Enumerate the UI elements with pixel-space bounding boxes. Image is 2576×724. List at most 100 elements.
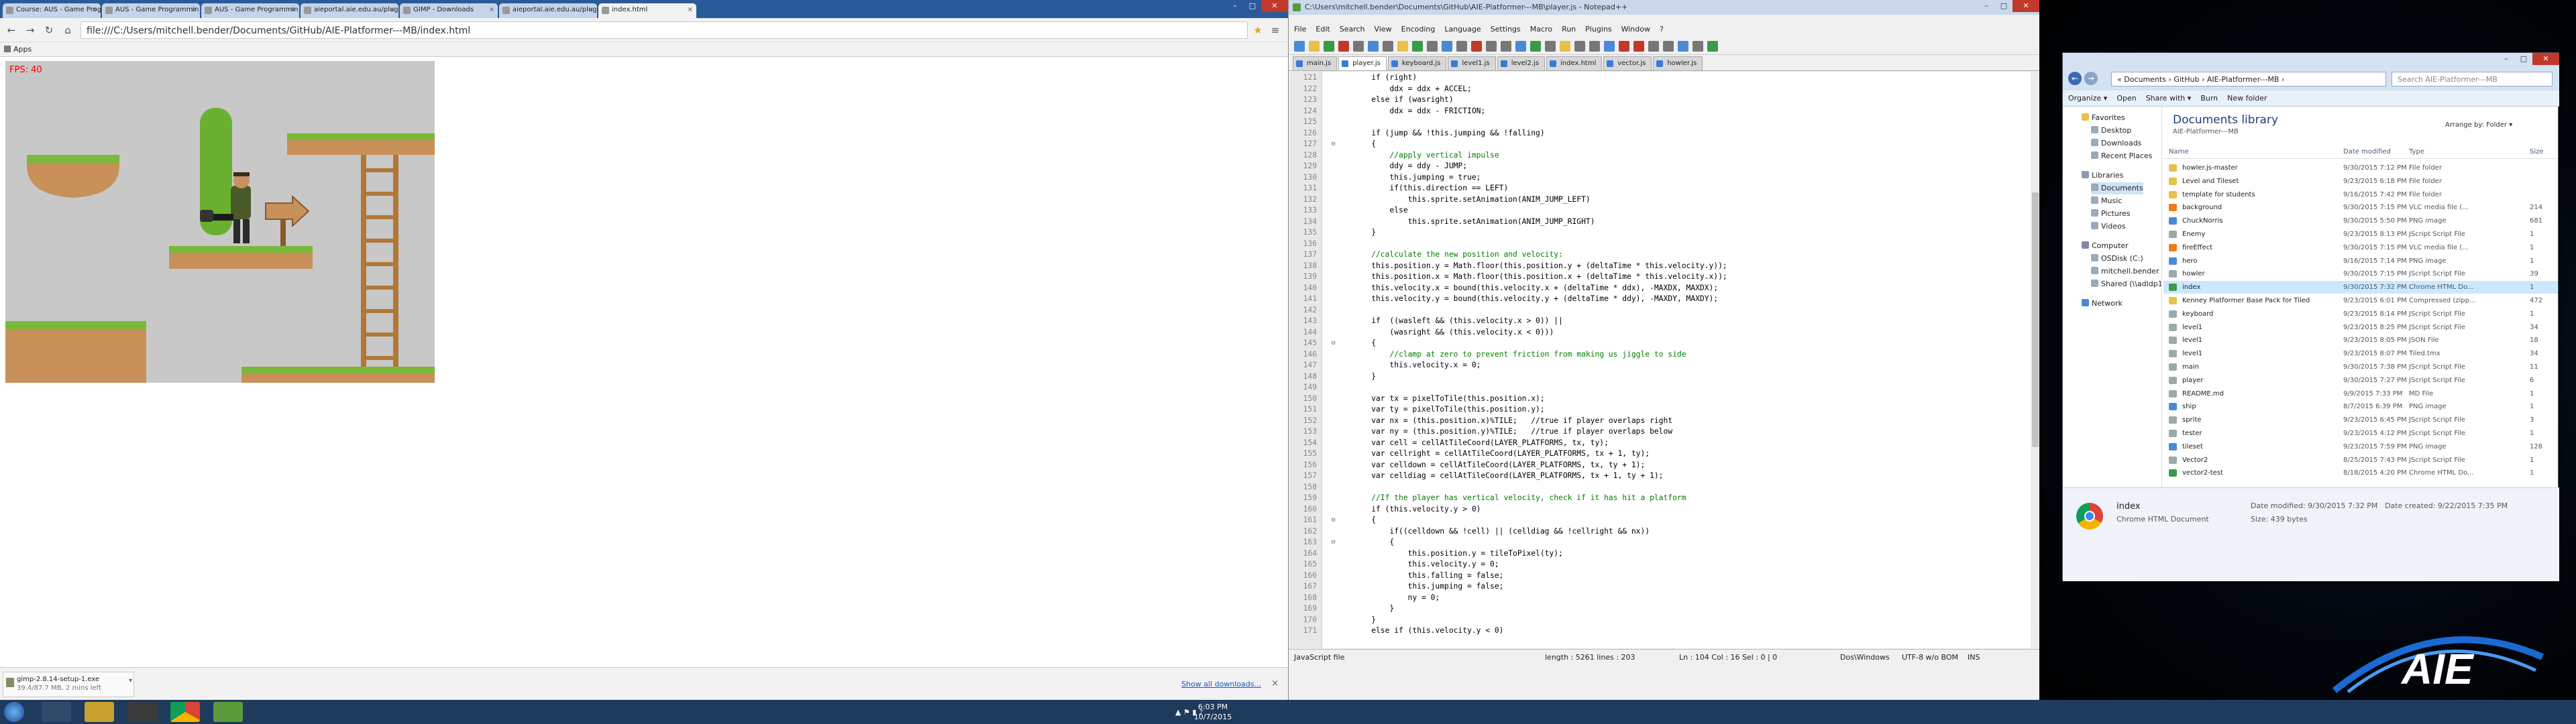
- nav-item[interactable]: Documents: [2091, 182, 2143, 194]
- code-line[interactable]: this.velocity.y = bound(this.velocity.y …: [1353, 294, 1718, 304]
- code-line[interactable]: this.jumping = false;: [1353, 582, 1504, 591]
- code-line[interactable]: }: [1353, 372, 1376, 381]
- maximize-icon[interactable]: □: [2515, 53, 2532, 65]
- menu-item[interactable]: Language: [1444, 25, 1481, 34]
- fold-toggle-icon[interactable]: ⊟: [1332, 339, 1340, 348]
- home-icon[interactable]: ⌂: [60, 23, 75, 38]
- browser-tab[interactable]: AUS - Game Programmin ×: [201, 3, 299, 18]
- menu-item[interactable]: Edit: [1316, 25, 1330, 34]
- toolbar-icon[interactable]: [1309, 41, 1320, 52]
- apps-icon[interactable]: [4, 46, 11, 52]
- file-row[interactable]: Enemy 9/23/2015 8:13 PM JScript Script Fil…: [2163, 228, 2558, 241]
- file-row[interactable]: template for students 9/16/2015 7:42 PM Fi…: [2163, 188, 2558, 201]
- nav-item[interactable]: Recent Places: [2091, 150, 2153, 162]
- file-row[interactable]: Vector2 8/25/2015 7:43 PM JScript Script F…: [2163, 454, 2558, 467]
- back-icon[interactable]: ←: [4, 23, 19, 38]
- toolbar-icon[interactable]: [1604, 41, 1615, 52]
- code-line[interactable]: //calculate the new position and velocit…: [1353, 250, 1563, 259]
- file-row[interactable]: howler 9/30/2015 7:15 PM JScript Script Fi…: [2163, 267, 2558, 280]
- menu-item[interactable]: Macro: [1530, 25, 1552, 34]
- code-line[interactable]: this.sprite.setAnimation(ANIM_JUMP_LEFT): [1353, 195, 1591, 204]
- file-row[interactable]: ship 8/7/2015 6:39 PM PNG image 1: [2163, 400, 2558, 413]
- code-line[interactable]: var celldown = cellAtTileCoord(LAYER_PLA…: [1353, 461, 1645, 470]
- code-line[interactable]: this.jumping = true;: [1353, 173, 1481, 182]
- editor-tab[interactable]: index.html: [1546, 56, 1603, 70]
- file-explorer-icon[interactable]: [85, 702, 114, 722]
- code-line[interactable]: if ((wasleft && (this.velocity.x > 0)) |…: [1353, 316, 1563, 326]
- browser-tab[interactable]: GIMP - Downloads ×: [400, 3, 498, 18]
- column-type[interactable]: Type: [2409, 148, 2424, 156]
- explorer-command[interactable]: New folder: [2227, 94, 2267, 103]
- browser-tab[interactable]: Course: AUS - Game Prog ×: [3, 3, 101, 18]
- file-row[interactable]: tester 9/23/2015 4:12 PM JScript Script Fi…: [2163, 427, 2558, 440]
- toolbar-icon[interactable]: [1486, 41, 1497, 52]
- toolbar-icon[interactable]: [1707, 41, 1718, 52]
- column-size[interactable]: Size: [2530, 148, 2544, 156]
- code-line[interactable]: }: [1353, 604, 1394, 613]
- nav-item[interactable]: Downloads: [2091, 137, 2141, 149]
- toolbar-icon[interactable]: [1501, 41, 1511, 52]
- download-item[interactable]: gimp-2.8.14-setup-1.exe 39.4/87.7 MB, 2 …: [3, 672, 134, 697]
- code-line[interactable]: ny = 0;: [1353, 593, 1440, 603]
- reload-icon[interactable]: ↻: [42, 23, 56, 38]
- code-line[interactable]: else if (wasright): [1353, 95, 1453, 105]
- editor-tab[interactable]: keyboard.js: [1387, 56, 1447, 70]
- maximize-icon[interactable]: □: [1244, 0, 1261, 12]
- toolbar-icon[interactable]: [1353, 41, 1364, 52]
- fold-toggle-icon[interactable]: ⊟: [1332, 516, 1340, 525]
- minimize-icon[interactable]: –: [2498, 53, 2515, 65]
- toolbar-icon[interactable]: [1560, 41, 1570, 52]
- close-icon[interactable]: ✕: [2012, 0, 2039, 12]
- toolbar-icon[interactable]: [1619, 41, 1629, 52]
- code-line[interactable]: var cell = cellAtTileCoord(LAYER_PLATFOR…: [1353, 438, 1609, 448]
- address-bar[interactable]: file:///C:/Users/mitchell.bender/Documen…: [80, 21, 1248, 39]
- nav-item[interactable]: Libraries: [2082, 170, 2124, 182]
- explorer-command[interactable]: Burn: [2200, 94, 2218, 103]
- editor-tab[interactable]: player.js: [1338, 56, 1387, 70]
- editor-tab[interactable]: level1.js: [1448, 56, 1496, 70]
- browser-tab[interactable]: index.html ×: [598, 3, 696, 18]
- code-line[interactable]: if((celldown && !cell) || (celldiag && !…: [1353, 527, 1650, 536]
- code-line[interactable]: var nx = (this.position.x)%TILE; //true …: [1353, 416, 1672, 426]
- code-line[interactable]: if (this.velocity.y > 0): [1353, 505, 1481, 514]
- code-line[interactable]: //apply vertical impulse: [1353, 151, 1499, 160]
- code-line[interactable]: else: [1353, 206, 1407, 215]
- close-icon[interactable]: ×: [489, 6, 494, 13]
- nav-item[interactable]: Network: [2082, 298, 2123, 310]
- editor-tab[interactable]: vector.js: [1603, 56, 1652, 70]
- toolbar-icon[interactable]: [1678, 41, 1688, 52]
- code-line[interactable]: ddy = ddy - JUMP;: [1353, 162, 1467, 171]
- toolbar-icon[interactable]: [1456, 41, 1467, 52]
- download-options-icon[interactable]: ▾: [129, 677, 132, 684]
- close-icon[interactable]: ×: [390, 6, 395, 13]
- file-row[interactable]: level1 9/23/2015 8:05 PM JSON File 18: [2163, 334, 2558, 347]
- code-line[interactable]: {: [1353, 139, 1376, 149]
- fold-toggle-icon[interactable]: ⊟: [1332, 139, 1340, 149]
- apps-shortcut[interactable]: Apps: [13, 45, 32, 54]
- code-line[interactable]: {: [1353, 339, 1376, 348]
- code-line[interactable]: this.position.x = Math.floor(this.positi…: [1353, 272, 1727, 282]
- code-line[interactable]: this.falling = false;: [1353, 571, 1504, 581]
- toolbar-icon[interactable]: [1471, 41, 1482, 52]
- toolbar-icon[interactable]: [1427, 41, 1438, 52]
- code-line[interactable]: (wasright && (this.velocity.x < 0))): [1353, 328, 1554, 337]
- editor-tab[interactable]: main.js: [1293, 56, 1338, 70]
- code-line[interactable]: this.sprite.setAnimation(ANIM_JUMP_RIGHT…: [1353, 217, 1595, 227]
- nav-item[interactable]: Pictures: [2091, 208, 2131, 220]
- menu-item[interactable]: Settings: [1491, 25, 1521, 34]
- bookmark-star-icon[interactable]: ★: [1250, 23, 1265, 38]
- taskbar-clock[interactable]: 6:03 PM 10/7/2015: [1193, 702, 1233, 722]
- code-line[interactable]: this.velocity.x = 0;: [1353, 361, 1481, 370]
- file-row[interactable]: ChuckNorris 9/30/2015 5:50 PM PNG image 681: [2163, 215, 2558, 227]
- close-icon[interactable]: ×: [92, 6, 97, 13]
- file-row[interactable]: index 9/30/2015 7:32 PM Chrome HTML Do... 1: [2163, 281, 2558, 294]
- vertical-scrollbar[interactable]: [2031, 72, 2040, 648]
- toolbar-icon[interactable]: [1397, 41, 1408, 52]
- close-icon[interactable]: ×: [688, 6, 693, 13]
- close-icon[interactable]: ✕: [1261, 0, 1288, 12]
- scrollbar-thumb[interactable]: [2032, 192, 2039, 447]
- toolbar-icon[interactable]: [1338, 41, 1349, 52]
- column-name[interactable]: Name: [2169, 148, 2189, 156]
- toolbar-icon[interactable]: [1693, 41, 1703, 52]
- nav-item[interactable]: Desktop: [2091, 125, 2131, 137]
